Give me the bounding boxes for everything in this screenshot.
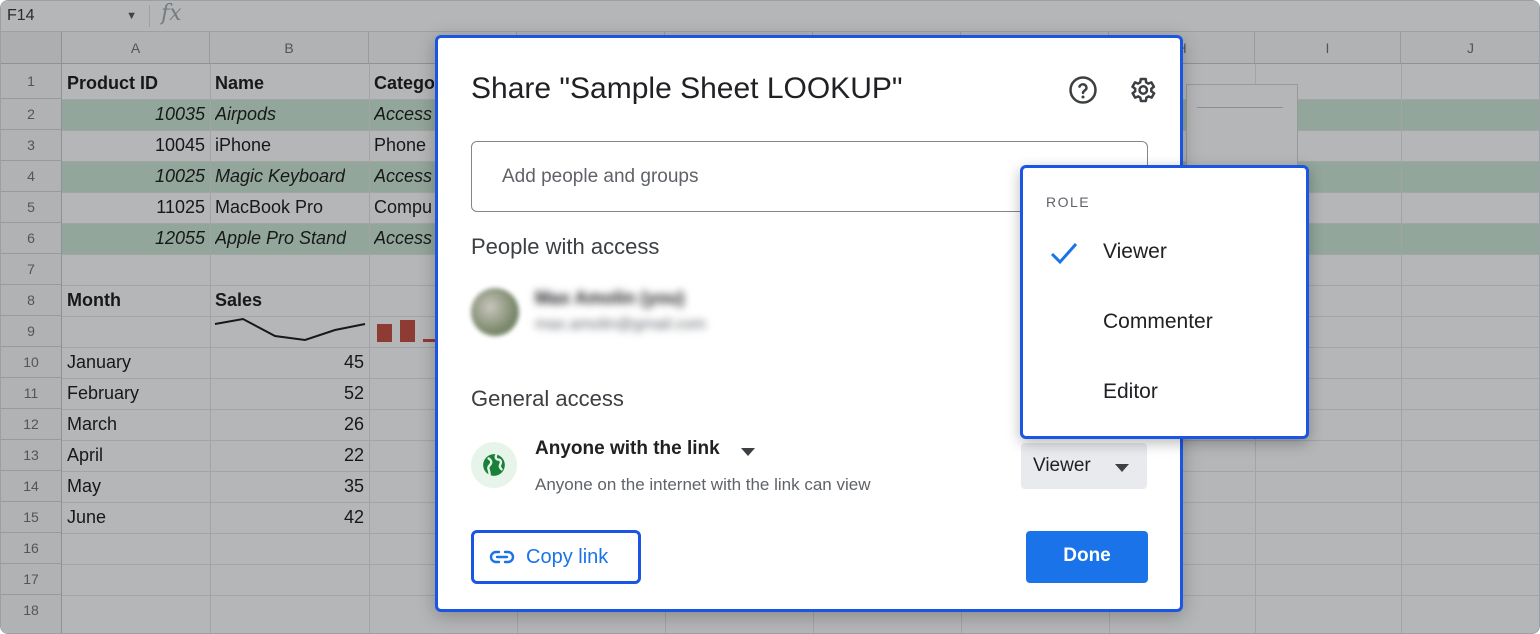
dialog-title: Share "Sample Sheet LOOKUP" bbox=[471, 72, 903, 105]
access-scope-dropdown[interactable]: Anyone with the link bbox=[535, 438, 720, 460]
gear-icon[interactable] bbox=[1127, 75, 1157, 105]
link-icon bbox=[489, 550, 515, 564]
people-with-access-heading: People with access bbox=[471, 234, 660, 259]
globe-icon bbox=[471, 442, 517, 488]
role-option-label: Viewer bbox=[1103, 240, 1167, 263]
role-option-label: Commenter bbox=[1103, 310, 1213, 333]
role-option-viewer[interactable]: Viewer bbox=[1023, 226, 1306, 282]
role-option-editor[interactable]: Editor bbox=[1023, 366, 1306, 422]
add-people-input[interactable] bbox=[500, 160, 1004, 194]
role-dropdown-label: Viewer bbox=[1033, 455, 1091, 476]
caret-down-icon bbox=[1115, 464, 1129, 472]
done-button[interactable]: Done bbox=[1026, 531, 1148, 583]
role-menu: ROLE Viewer Commenter Editor bbox=[1020, 165, 1309, 439]
general-access-heading: General access bbox=[471, 386, 624, 411]
person-email: max.amolin@gmail.com bbox=[535, 316, 706, 333]
role-menu-header: ROLE bbox=[1046, 194, 1091, 210]
checkmark-icon bbox=[1050, 243, 1078, 265]
avatar bbox=[471, 288, 519, 336]
access-description: Anyone on the internet with the link can… bbox=[535, 475, 871, 494]
role-option-label: Editor bbox=[1103, 380, 1158, 403]
person-name: Max Amolin (you) bbox=[535, 288, 685, 308]
help-circle-icon[interactable] bbox=[1068, 75, 1098, 105]
copy-link-button[interactable]: Copy link bbox=[471, 530, 641, 584]
copy-link-label: Copy link bbox=[526, 546, 609, 568]
role-dropdown-button[interactable]: Viewer bbox=[1021, 443, 1147, 489]
done-label: Done bbox=[1063, 545, 1111, 566]
role-option-commenter[interactable]: Commenter bbox=[1023, 296, 1306, 352]
caret-down-icon[interactable] bbox=[741, 448, 755, 456]
